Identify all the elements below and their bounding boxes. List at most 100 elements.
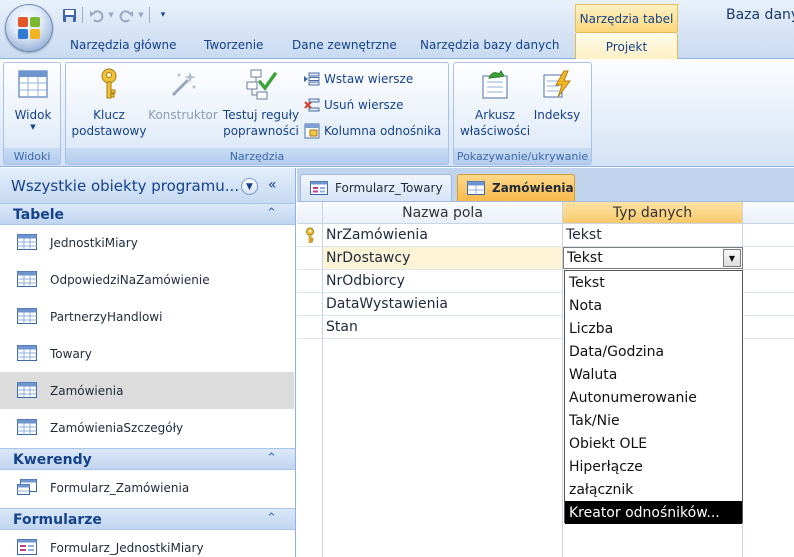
redo-icon[interactable] xyxy=(117,6,135,24)
tab-create[interactable]: Tworzenie xyxy=(204,38,263,52)
section-collapse-icon[interactable]: ⌃ xyxy=(266,511,277,526)
builder-wand-icon xyxy=(166,67,200,101)
tab-design[interactable]: Projekt xyxy=(575,32,678,60)
section-header-forms[interactable]: Formularze ⌃ xyxy=(0,508,295,530)
section-collapse-icon[interactable]: ⌃ xyxy=(266,451,277,466)
nav-item-odpowiedzinazamowienie[interactable]: OdpowiedziNaZamówienie xyxy=(0,261,294,298)
description-cell[interactable] xyxy=(743,247,794,270)
row-selector[interactable] xyxy=(297,316,323,339)
row-selector-header xyxy=(297,202,323,224)
group-tools: Klucz podstawowy Konstruktor Testuj reguł… xyxy=(65,62,449,165)
option-date-time[interactable]: Data/Godzina xyxy=(565,340,742,363)
tab-database-tools[interactable]: Narzędzia bazy danych xyxy=(420,38,559,52)
office-button[interactable] xyxy=(5,4,53,52)
datasheet-view-icon xyxy=(16,67,50,101)
view-button[interactable]: Widok ▼ xyxy=(10,67,56,131)
nav-item-zamowieniaszczegoly[interactable]: ZamówieniaSzczegóły xyxy=(0,409,294,446)
row-selector[interactable] xyxy=(297,247,323,270)
option-text[interactable]: Tekst xyxy=(565,271,742,294)
data-type-cell[interactable]: Tekst xyxy=(563,224,743,247)
field-name-cell[interactable]: NrOdbiorcy xyxy=(323,270,563,293)
property-sheet-icon xyxy=(478,67,512,101)
nav-item-towary[interactable]: Towary xyxy=(0,335,294,372)
description-cell[interactable] xyxy=(743,316,794,339)
nav-pane-title: Wszystkie obiekty programu... xyxy=(11,177,240,195)
field-name-cell[interactable]: Stan xyxy=(323,316,563,339)
row-selector[interactable] xyxy=(297,270,323,293)
indexes-lightning-icon xyxy=(540,67,574,101)
doc-tab-formularz-towary[interactable]: Formularz_Towary xyxy=(300,174,452,201)
undo-icon[interactable] xyxy=(87,6,105,24)
table-icon xyxy=(17,308,37,324)
section-header-tables[interactable]: Tabele ⌃ xyxy=(0,203,295,225)
description-cell[interactable] xyxy=(743,270,794,293)
nav-item-formularz-jednostkimiary[interactable]: Formularz_JednostkiMiary xyxy=(0,529,294,557)
row-selector-primary-key[interactable] xyxy=(297,224,323,247)
tab-home[interactable]: Narzędzia główne xyxy=(70,38,177,52)
nav-menu-dropdown-icon[interactable]: ▼ xyxy=(241,178,258,195)
section-header-queries[interactable]: Kwerendy ⌃ xyxy=(0,448,295,470)
section-collapse-icon[interactable]: ⌃ xyxy=(266,206,277,221)
indexes-button[interactable]: Indeksy xyxy=(532,67,582,123)
shutter-bar-collapse-icon[interactable]: « xyxy=(268,177,277,193)
option-yes-no[interactable]: Tak/Nie xyxy=(565,409,742,432)
row-selector[interactable] xyxy=(297,293,323,316)
option-autonumber[interactable]: Autonumerowanie xyxy=(565,386,742,409)
nav-item-zamowienia[interactable]: Zamówienia xyxy=(0,372,294,409)
office-logo-icon xyxy=(18,17,40,39)
tab-external-data[interactable]: Dane zewnętrzne xyxy=(292,38,397,52)
ribbon-tab-row: Narzędzia główne Tworzenie Dane zewnętrz… xyxy=(0,32,794,60)
lookup-column-icon xyxy=(304,123,320,139)
nav-item-jednostkimiary[interactable]: JednostkiMiary xyxy=(0,224,294,261)
table-icon xyxy=(17,234,37,250)
property-sheet-button[interactable]: Arkusz właściwości xyxy=(458,67,532,139)
column-header-field-name[interactable]: Nazwa pola xyxy=(323,202,563,224)
doc-tab-zamowienia[interactable]: Zamówienia xyxy=(457,174,575,201)
form-icon xyxy=(17,539,37,555)
column-header-description[interactable] xyxy=(743,202,794,224)
group-views: Widok ▼ Widoki xyxy=(3,62,61,165)
lookup-column-button[interactable]: Kolumna odnośnika xyxy=(304,121,441,141)
delete-rows-icon xyxy=(304,97,320,113)
group-label-views: Widoki xyxy=(4,148,60,164)
form-icon xyxy=(310,181,328,195)
navigation-pane: Wszystkie obiekty programu... ▼ « Tabele… xyxy=(0,168,296,557)
app-title: Baza dany xyxy=(726,7,794,23)
group-label-show-hide: Pokazywanie/ukrywanie xyxy=(454,148,591,164)
chevron-down-icon[interactable]: ▼ xyxy=(723,249,741,267)
column-header-data-type[interactable]: Typ danych xyxy=(563,202,743,224)
nav-pane-header[interactable]: Wszystkie obiekty programu... ▼ « xyxy=(0,168,295,204)
insert-rows-button[interactable]: Wstaw wiersze xyxy=(304,69,413,89)
table-icon xyxy=(17,382,37,398)
primary-key-button[interactable]: Klucz podstawowy xyxy=(71,67,147,139)
save-icon[interactable] xyxy=(60,6,78,24)
option-currency[interactable]: Waluta xyxy=(565,363,742,386)
primary-key-icon xyxy=(305,227,314,243)
undo-dropdown-icon[interactable]: ▼ xyxy=(107,6,115,24)
customize-qat-icon[interactable]: ▾ xyxy=(154,6,172,24)
context-tab-table-tools: Narzędzia tabel xyxy=(575,4,678,32)
option-number[interactable]: Liczba xyxy=(565,317,742,340)
key-icon xyxy=(92,67,126,101)
field-name-cell[interactable]: NrDostawcy xyxy=(323,247,563,270)
field-name-cell[interactable]: DataWystawienia xyxy=(323,293,563,316)
redo-dropdown-icon[interactable]: ▼ xyxy=(137,6,145,24)
option-memo[interactable]: Nota xyxy=(565,294,742,317)
table-design-icon xyxy=(467,181,485,195)
option-ole-object[interactable]: Obiekt OLE xyxy=(565,432,742,455)
query-icon xyxy=(17,479,37,495)
field-name-cell[interactable]: NrZamówienia xyxy=(323,224,563,247)
nav-item-formularz-zamowienia[interactable]: Formularz_Zamówienia xyxy=(0,469,294,506)
view-dropdown-icon: ▼ xyxy=(30,123,36,131)
data-type-combobox[interactable]: Tekst ▼ xyxy=(563,247,743,269)
nav-item-partnerzyhandlowi[interactable]: PartnerzyHandlowi xyxy=(0,298,294,335)
option-attachment[interactable]: załącznik xyxy=(565,478,742,501)
delete-rows-button[interactable]: Usuń wiersze xyxy=(304,95,403,115)
test-validation-rules-button[interactable]: Testuj reguły poprawności xyxy=(221,67,301,139)
option-lookup-wizard[interactable]: Kreator odnośników... xyxy=(565,501,742,524)
builder-button[interactable]: Konstruktor xyxy=(148,67,218,123)
option-hyperlink[interactable]: Hiperłącze xyxy=(565,455,742,478)
description-cell[interactable] xyxy=(743,293,794,316)
group-show-hide: Arkusz właściwości Indeksy Pokazywanie/uk… xyxy=(453,62,592,165)
description-cell[interactable] xyxy=(743,224,794,247)
